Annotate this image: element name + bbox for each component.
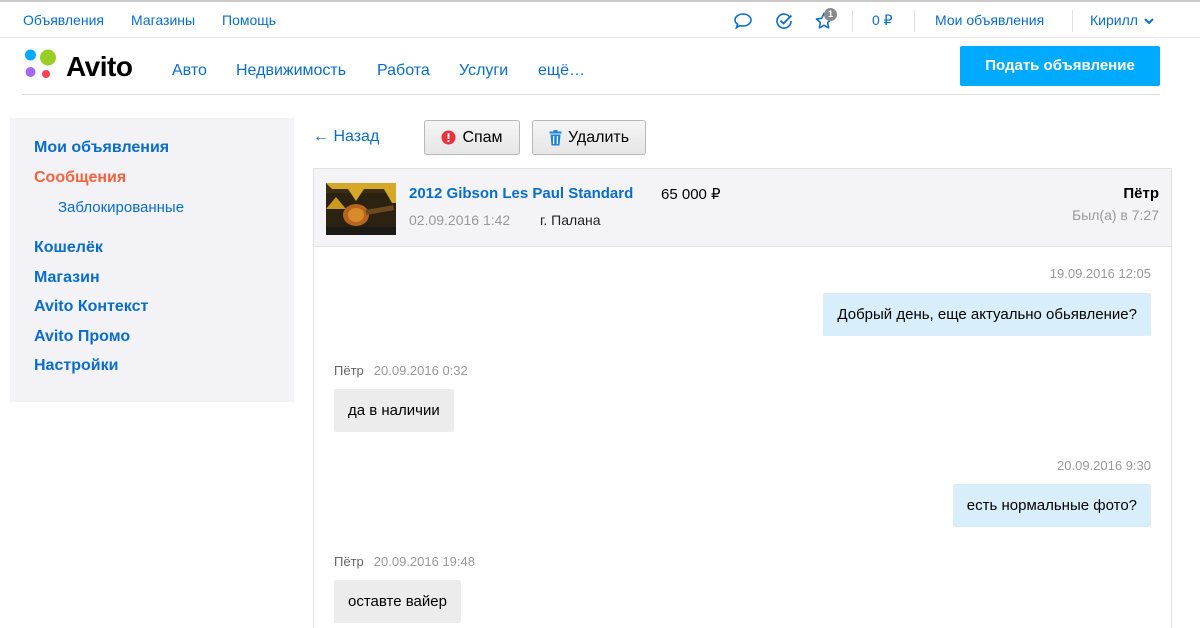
sidebar-item-wallet[interactable]: Кошелёк xyxy=(34,239,103,257)
notifications-check-icon[interactable] xyxy=(774,11,794,31)
sidebar-item-promo[interactable]: Avito Промо xyxy=(34,328,130,346)
message-meta: Пётр 20.09.2016 19:48 xyxy=(334,554,475,569)
category-jobs[interactable]: Работа xyxy=(377,62,430,80)
message-timestamp: 20.09.2016 19:48 xyxy=(373,554,475,569)
alert-icon xyxy=(441,130,456,145)
seller-last-seen: Был(а) в 7:27 xyxy=(1072,207,1159,223)
ad-city: г. Палана xyxy=(540,212,601,228)
ad-price: 65 000 ₽ xyxy=(661,186,721,203)
user-name: Кирилл xyxy=(1090,12,1138,28)
message-meta: Пётр 20.09.2016 0:32 xyxy=(334,363,468,378)
sidebar-item-settings[interactable]: Настройки xyxy=(34,357,118,375)
message-bubble-outgoing: Добрый день, еще актуально обьявление? xyxy=(823,293,1151,336)
top-link-shops[interactable]: Магазины xyxy=(131,12,195,28)
sidebar: Мои объявления Сообщения Заблокированные… xyxy=(10,118,294,402)
top-link-ads[interactable]: Объявления xyxy=(23,12,104,28)
sidebar-item-blocked[interactable]: Заблокированные xyxy=(58,199,184,216)
ad-summary: 2012 Gibson Les Paul Standard 65 000 ₽ 0… xyxy=(314,169,1171,247)
message-timestamp: 20.09.2016 9:30 xyxy=(1057,458,1151,473)
message-bubble-incoming: оставте вайер xyxy=(334,580,461,623)
chevron-down-icon xyxy=(1144,18,1154,25)
sidebar-item-context[interactable]: Avito Контекст xyxy=(34,298,148,316)
wallet-balance[interactable]: 0 ₽ xyxy=(872,12,893,29)
category-auto[interactable]: Авто xyxy=(172,62,207,80)
favorites-count-badge: 1 xyxy=(824,8,837,21)
top-link-help[interactable]: Помощь xyxy=(222,12,276,28)
user-menu[interactable]: Кирилл xyxy=(1090,12,1154,28)
message-author: Пётр xyxy=(334,554,364,569)
ad-thumbnail-image[interactable] xyxy=(326,183,396,235)
divider xyxy=(852,10,853,32)
my-ads-link[interactable]: Мои объявления xyxy=(935,12,1044,28)
message-author: Пётр xyxy=(334,363,364,378)
message-timestamp: 19.09.2016 12:05 xyxy=(1049,266,1151,281)
sidebar-item-shop[interactable]: Магазин xyxy=(34,269,100,287)
ad-title-link[interactable]: 2012 Gibson Les Paul Standard xyxy=(409,185,633,202)
delete-button[interactable]: Удалить xyxy=(532,120,646,155)
avito-logo-text[interactable]: Avito xyxy=(66,51,133,83)
seller-name: Пётр xyxy=(1123,185,1159,202)
top-bar: Объявления Магазины Помощь 1 0 ₽ Мои объ… xyxy=(0,2,1200,38)
post-ad-button[interactable]: Подать объявление xyxy=(960,46,1160,86)
sidebar-item-my-ads[interactable]: Мои объявления xyxy=(34,139,169,157)
category-services[interactable]: Услуги xyxy=(459,62,508,80)
back-link[interactable]: ← Назад xyxy=(313,128,379,146)
category-realty[interactable]: Недвижимость xyxy=(236,62,346,80)
category-more[interactable]: ещё… xyxy=(538,62,585,80)
delete-label: Удалить xyxy=(567,128,630,146)
messages-icon[interactable] xyxy=(733,11,753,31)
message-bubble-incoming: да в наличии xyxy=(334,389,454,432)
header-divider xyxy=(22,94,1160,95)
divider xyxy=(1072,10,1073,32)
sidebar-item-messages[interactable]: Сообщения xyxy=(34,169,126,187)
ad-date: 02.09.2016 1:42 xyxy=(409,212,511,228)
trash-icon xyxy=(549,129,562,145)
spam-button[interactable]: Спам xyxy=(424,120,520,155)
chat-panel: 2012 Gibson Les Paul Standard 65 000 ₽ 0… xyxy=(313,168,1172,628)
message-timestamp: 20.09.2016 0:32 xyxy=(373,363,468,378)
spam-label: Спам xyxy=(462,128,503,146)
divider xyxy=(914,10,915,32)
avito-logo-icon[interactable] xyxy=(22,48,66,84)
message-bubble-outgoing: есть нормальные фото? xyxy=(952,484,1151,527)
